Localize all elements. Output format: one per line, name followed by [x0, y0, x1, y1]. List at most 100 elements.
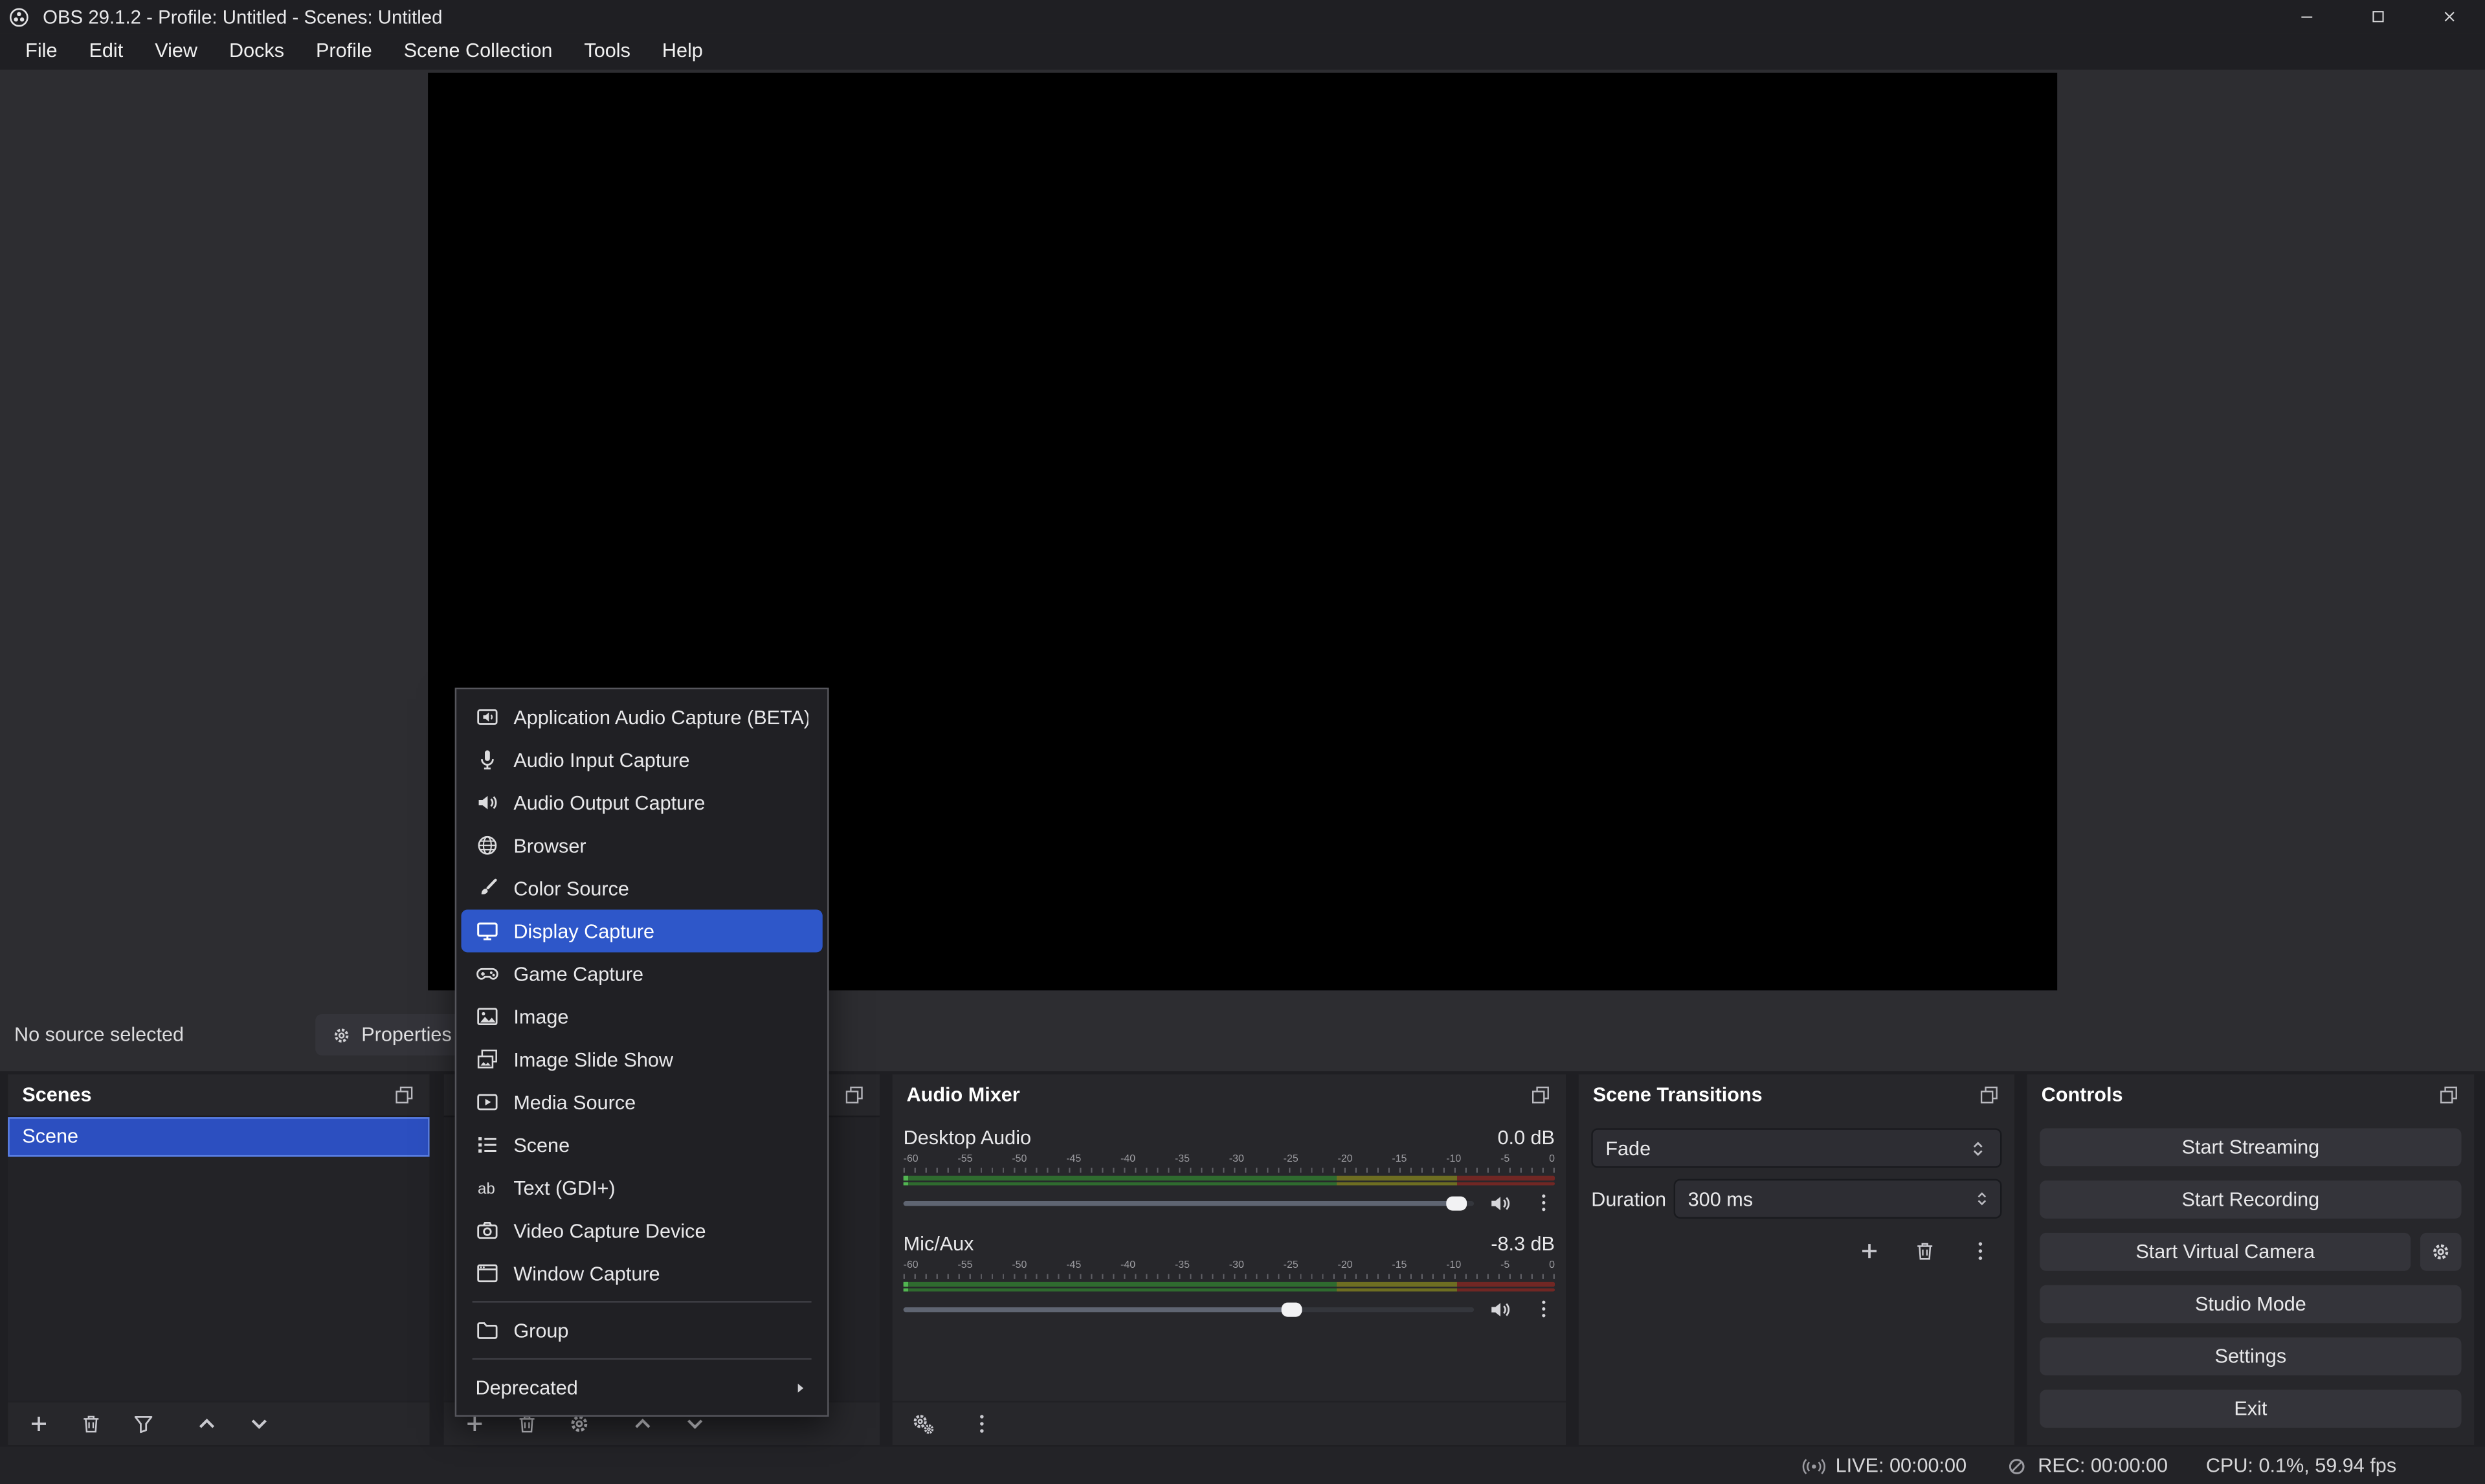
studio-mode-button[interactable]: Studio Mode — [2040, 1285, 2461, 1323]
gamepad-icon — [476, 962, 500, 986]
minimize-button[interactable] — [2271, 0, 2343, 33]
scene-transitions-body: Fade Duration 300 ms — [1579, 1116, 2014, 1445]
slider-handle[interactable] — [1281, 1301, 1302, 1316]
dots-vertical-icon — [969, 1412, 993, 1436]
maximize-button[interactable] — [2343, 0, 2414, 33]
menu-docks[interactable]: Docks — [214, 33, 300, 69]
menu-help[interactable]: Help — [646, 33, 719, 69]
menu-item-display-capture[interactable]: Display Capture — [462, 909, 823, 952]
scenes-panel: Scenes Scene — [8, 1074, 429, 1445]
folder-icon — [476, 1318, 500, 1342]
popout-icon[interactable] — [843, 1084, 865, 1106]
menu-view[interactable]: View — [139, 33, 214, 69]
db-tick: -10 — [1446, 1154, 1461, 1167]
menu-item-label: Text (GDI+) — [513, 1177, 808, 1199]
menu-item-media-source[interactable]: Media Source — [462, 1081, 823, 1124]
channel-level: 0.0 dB — [1497, 1127, 1554, 1149]
meter-lane-left — [904, 1282, 1555, 1286]
menu-item-label: Browser — [513, 834, 808, 856]
menu-edit[interactable]: Edit — [73, 33, 139, 69]
menu-tools[interactable]: Tools — [568, 33, 646, 69]
menu-item-group[interactable]: Group — [462, 1309, 823, 1351]
slider-handle[interactable] — [1447, 1195, 1467, 1210]
menu-item-label: Scene — [513, 1134, 808, 1156]
transition-select[interactable]: Fade — [1591, 1128, 2001, 1168]
properties-label: Properties — [361, 1024, 452, 1046]
menu-item-text-gdi[interactable]: Text (GDI+) — [462, 1166, 823, 1209]
trash-icon — [78, 1412, 102, 1436]
menu-separator — [473, 1358, 812, 1359]
add-scene-button[interactable] — [25, 1411, 50, 1436]
transition-menu-button[interactable] — [1967, 1237, 1992, 1263]
menu-scene-collection[interactable]: Scene Collection — [388, 33, 568, 69]
menu-item-browser[interactable]: Browser — [462, 824, 823, 867]
menu-item-label: Image Slide Show — [513, 1048, 808, 1070]
db-tick: -25 — [1284, 1154, 1298, 1167]
start-virtual-camera-button[interactable]: Start Virtual Camera — [2040, 1233, 2411, 1271]
menu-item-app-audio-capture[interactable]: Application Audio Capture (BETA) — [462, 696, 823, 738]
add-transition-button[interactable] — [1856, 1237, 1881, 1263]
audio-mixer-title: Audio Mixer — [907, 1084, 1530, 1106]
duration-value: 300 ms — [1688, 1188, 1974, 1210]
remove-scene-button[interactable] — [78, 1411, 103, 1436]
menu-file[interactable]: File — [10, 33, 73, 69]
menu-item-video-capture-device[interactable]: Video Capture Device — [462, 1209, 823, 1252]
menu-item-image[interactable]: Image — [462, 995, 823, 1038]
menu-item-color-source[interactable]: Color Source — [462, 867, 823, 909]
exit-button[interactable]: Exit — [2040, 1390, 2461, 1428]
scene-filters-button[interactable] — [130, 1411, 155, 1436]
scene-list-item[interactable]: Scene — [8, 1117, 429, 1157]
start-recording-button[interactable]: Start Recording — [2040, 1180, 2461, 1219]
menu-item-deprecated[interactable]: Deprecated — [462, 1366, 823, 1409]
properties-button[interactable]: Properties — [315, 1014, 467, 1056]
db-tick: -55 — [958, 1154, 973, 1167]
advanced-audio-button[interactable] — [909, 1411, 935, 1436]
menu-item-label: Video Capture Device — [513, 1219, 808, 1241]
duration-row: Duration 300 ms — [1591, 1179, 2001, 1219]
start-streaming-button[interactable]: Start Streaming — [2040, 1128, 2461, 1166]
popout-icon[interactable] — [1978, 1084, 2000, 1106]
db-scale: -60-55-50-45-40-35-30-25-20-15-10-50 — [904, 1260, 1555, 1273]
menu-item-game-capture[interactable]: Game Capture — [462, 953, 823, 995]
move-scene-down-button[interactable] — [246, 1411, 271, 1436]
menu-item-audio-output-capture[interactable]: Audio Output Capture — [462, 781, 823, 824]
channel-menu-button[interactable] — [1533, 1191, 1555, 1213]
image-icon — [476, 1004, 500, 1028]
popout-icon[interactable] — [2438, 1084, 2460, 1106]
menu-item-image-slide-show[interactable]: Image Slide Show — [462, 1038, 823, 1081]
status-bar: LIVE: 00:00:00 REC: 00:00:00 CPU: 0.1%, … — [0, 1446, 2485, 1484]
dots-vertical-icon — [1968, 1239, 1992, 1263]
dock-area: Scenes Scene Sources — [0, 1071, 2485, 1446]
popout-icon[interactable] — [393, 1084, 415, 1106]
chevron-up-icon — [194, 1412, 218, 1436]
menu-item-window-capture[interactable]: Window Capture — [462, 1252, 823, 1294]
close-button[interactable] — [2414, 0, 2485, 33]
popout-icon[interactable] — [1530, 1084, 1552, 1106]
gear-icon — [2430, 1241, 2452, 1263]
mute-button[interactable] — [1488, 1191, 1512, 1215]
menu-item-scene[interactable]: Scene — [462, 1124, 823, 1166]
channel-menu-button[interactable] — [1533, 1298, 1555, 1320]
move-scene-up-button[interactable] — [194, 1411, 219, 1436]
duration-label: Duration — [1591, 1188, 1673, 1210]
duration-spinbox[interactable]: 300 ms — [1674, 1179, 2002, 1219]
menu-profile[interactable]: Profile — [300, 33, 388, 69]
chevron-right-icon — [792, 1379, 808, 1395]
db-tick: -35 — [1175, 1154, 1190, 1167]
gears-icon — [911, 1412, 935, 1436]
cpu-stats: CPU: 0.1%, 59.94 fps — [2206, 1455, 2396, 1477]
meter-lane-right — [904, 1287, 1555, 1291]
db-tick: -45 — [1066, 1260, 1081, 1273]
volume-slider[interactable] — [904, 1195, 1474, 1210]
transition-value: Fade — [1605, 1137, 1968, 1159]
controls-body: Start Streaming Start Recording Start Vi… — [2027, 1116, 2474, 1445]
menu-item-audio-input-capture[interactable]: Audio Input Capture — [462, 738, 823, 781]
mute-button[interactable] — [1488, 1297, 1512, 1321]
scene-list[interactable]: Scene — [8, 1116, 429, 1401]
mixer-menu-button[interactable] — [968, 1411, 994, 1436]
virtual-camera-row: Start Virtual Camera — [2040, 1233, 2461, 1271]
volume-slider[interactable] — [904, 1301, 1474, 1316]
virtual-camera-settings-button[interactable] — [2420, 1233, 2462, 1271]
remove-transition-button[interactable] — [1911, 1237, 1937, 1263]
settings-button[interactable]: Settings — [2040, 1338, 2461, 1376]
